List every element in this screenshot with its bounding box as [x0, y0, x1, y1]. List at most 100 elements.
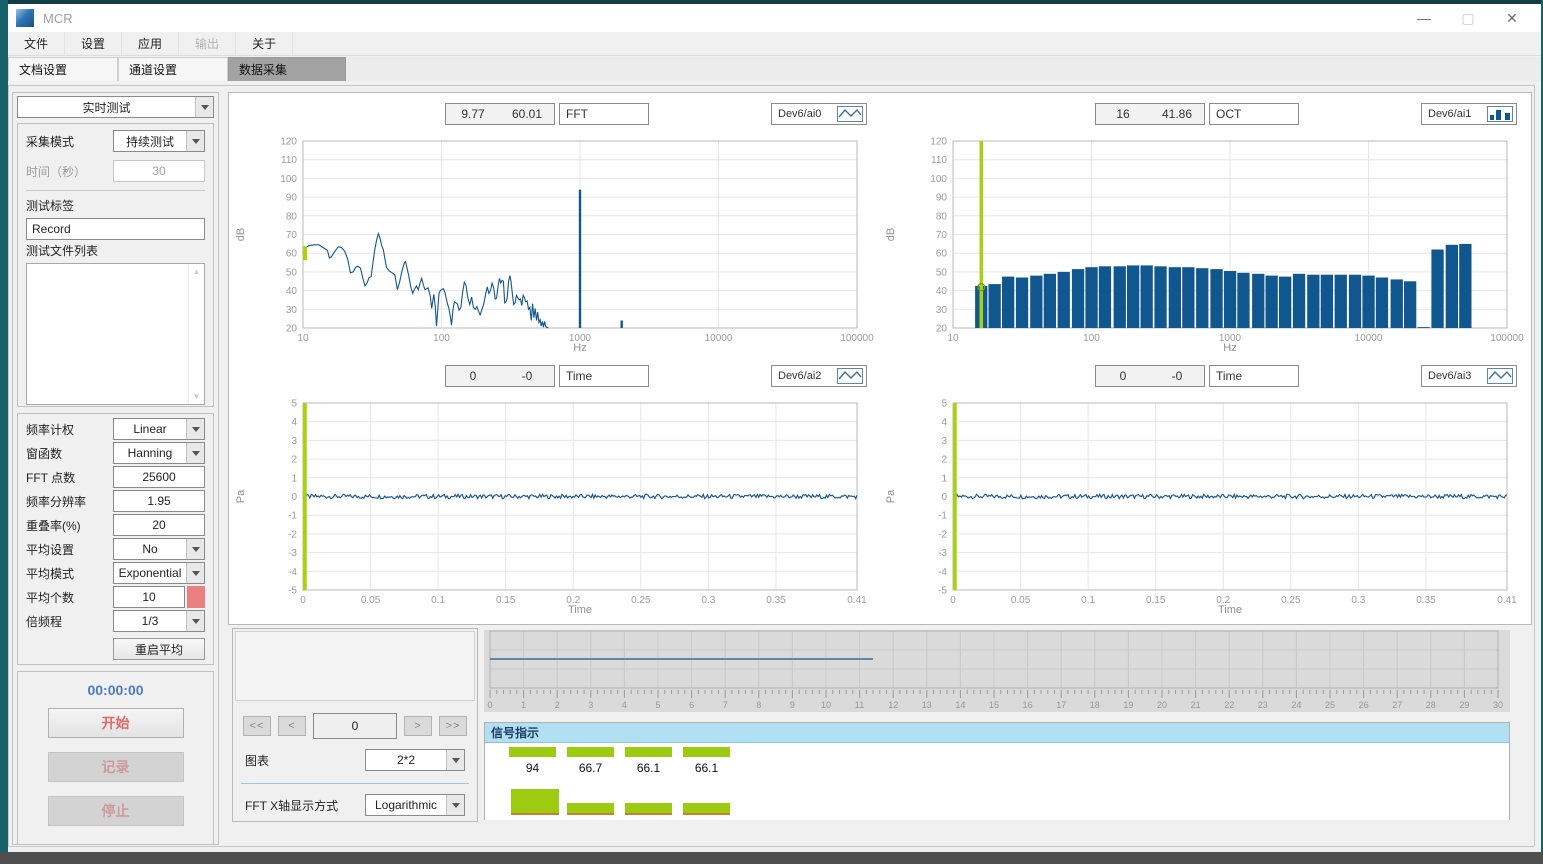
- tab-channel-settings[interactable]: 通道设置: [118, 57, 228, 81]
- overlap-percent-input[interactable]: 20: [113, 514, 205, 536]
- content-area: 实时测试 采集模式持续测试时间（秒）30 测试标签 Record 测试文件列表 …: [8, 81, 1541, 852]
- page-number-box[interactable]: 0: [313, 713, 397, 739]
- maximize-button[interactable]: ▢: [1453, 7, 1483, 29]
- cursor-y-value: -0: [1150, 366, 1204, 386]
- scroll-up-icon[interactable]: ▲: [193, 267, 201, 276]
- plot-time-ai2[interactable]: -5-4-3-2-101234500.050.10.150.20.250.30.…: [231, 389, 881, 617]
- svg-text:11: 11: [855, 700, 864, 710]
- acq-mode-dropdown-button[interactable]: [186, 131, 204, 151]
- svg-text:Time: Time: [568, 604, 592, 616]
- window-function-dropdown-button[interactable]: [186, 443, 204, 463]
- file-list-scrollbar[interactable]: ▲ ▼: [188, 264, 204, 404]
- fft-points-input[interactable]: 25600: [113, 466, 205, 488]
- plot-oct[interactable]: 2030405060708090100110120101001000100001…: [881, 127, 1531, 355]
- select-average-setting[interactable]: No: [113, 538, 205, 560]
- svg-text:9: 9: [790, 700, 795, 710]
- field-row-average-setting: 平均设置 No: [26, 538, 205, 560]
- duration-input[interactable]: 30: [113, 160, 205, 182]
- svg-text:19: 19: [1123, 700, 1133, 710]
- svg-text:60: 60: [286, 249, 298, 260]
- freq-resolution-input[interactable]: 1.95: [113, 490, 205, 512]
- start-button[interactable]: 开始: [48, 708, 184, 738]
- menu-item-output[interactable]: 输出: [179, 32, 236, 55]
- test-type-select[interactable]: 实时测试: [17, 96, 214, 118]
- svg-text:26: 26: [1359, 700, 1369, 710]
- channel-box-time-ai3[interactable]: Dev6/ai3: [1421, 365, 1517, 387]
- svg-text:40: 40: [286, 286, 298, 297]
- select-octave[interactable]: 1/3: [113, 610, 205, 632]
- signal-meter: [567, 747, 614, 757]
- svg-text:110: 110: [931, 155, 947, 166]
- freq-weighting-dropdown-button[interactable]: [186, 419, 204, 439]
- chevron-down-icon: [201, 105, 209, 110]
- tab-data-acquisition[interactable]: 数据采集: [228, 57, 346, 81]
- status-flag-red: [187, 586, 205, 608]
- svg-text:120: 120: [930, 137, 947, 148]
- select-window-function[interactable]: Hanning: [113, 442, 205, 464]
- chart-header-time-ai3: 0-0TimeDev6/ai3: [881, 363, 1531, 389]
- select-average-mode[interactable]: Exponential: [113, 562, 205, 584]
- chart-type-box-time-ai3: Time: [1209, 365, 1299, 387]
- svg-text:0.41: 0.41: [1497, 595, 1517, 606]
- test-file-list[interactable]: ▲ ▼: [26, 263, 205, 405]
- plot-fft[interactable]: 2030405060708090100110120101001000100001…: [231, 127, 881, 355]
- average-setting-dropdown-button[interactable]: [186, 539, 204, 559]
- svg-text:0.15: 0.15: [496, 595, 516, 606]
- minimize-button[interactable]: —: [1409, 7, 1439, 29]
- page-first-button[interactable]: <<: [243, 716, 271, 736]
- average-count-input[interactable]: 10: [113, 586, 185, 608]
- test-type-dropdown-button[interactable]: [195, 97, 213, 117]
- fft-axis-dropdown-button[interactable]: [446, 795, 464, 815]
- page-prev-button[interactable]: <: [278, 716, 306, 736]
- scroll-down-icon[interactable]: ▼: [193, 392, 201, 401]
- channel-box-oct[interactable]: Dev6/ai1: [1421, 103, 1517, 125]
- svg-text:100000: 100000: [840, 333, 874, 344]
- page-next-button[interactable]: >: [404, 716, 432, 736]
- select-freq-weighting[interactable]: Linear: [113, 418, 205, 440]
- octave-dropdown-button[interactable]: [186, 611, 204, 631]
- chart-tile-time-ai2: 0-0TimeDev6/ai2-5-4-3-2-101234500.050.10…: [231, 363, 881, 619]
- channel-name: Dev6/ai2: [778, 370, 821, 382]
- svg-text:22: 22: [1224, 700, 1234, 710]
- page-last-button[interactable]: >>: [439, 716, 467, 736]
- chevron-down-icon: [192, 451, 200, 456]
- fft-axis-row: FFT X轴显示方式 Logarithmic: [233, 794, 477, 816]
- tab-doc-settings[interactable]: 文档设置: [8, 57, 118, 81]
- chart-layout-dropdown-button[interactable]: [446, 750, 464, 770]
- record-button[interactable]: 记录: [48, 752, 184, 782]
- signal-meter: [683, 803, 730, 815]
- menu-item-file[interactable]: 文件: [8, 32, 65, 55]
- svg-text:90: 90: [286, 193, 298, 204]
- svg-text:-2: -2: [288, 529, 297, 540]
- select-acq-mode[interactable]: 持续测试: [113, 130, 205, 152]
- menu-item-settings[interactable]: 设置: [65, 32, 122, 55]
- stop-button[interactable]: 停止: [48, 796, 184, 826]
- svg-text:30: 30: [1493, 700, 1503, 710]
- svg-text:4: 4: [622, 700, 627, 710]
- timeline-scrubber[interactable]: 0123456789101112131415161718192021222324…: [484, 630, 1510, 712]
- menu-item-application[interactable]: 应用: [122, 32, 179, 55]
- svg-text:0.35: 0.35: [1416, 595, 1436, 606]
- svg-text:4: 4: [291, 417, 297, 428]
- channel-box-fft[interactable]: Dev6/ai0: [771, 103, 867, 125]
- average-setting-label: 平均设置: [26, 541, 74, 558]
- close-button[interactable]: ✕: [1497, 7, 1527, 29]
- window-title: MCR: [43, 11, 73, 26]
- cursor-y-value: 60.01: [500, 104, 554, 124]
- chart-layout-select[interactable]: 2*2: [365, 749, 465, 771]
- average-mode-dropdown-button[interactable]: [186, 563, 204, 583]
- test-label-input[interactable]: Record: [26, 218, 205, 240]
- svg-text:-1: -1: [938, 511, 947, 522]
- chevron-down-icon: [192, 571, 200, 576]
- svg-text:8: 8: [756, 700, 761, 710]
- field-row-average-mode: 平均模式Exponential: [26, 562, 205, 584]
- chevron-down-icon: [192, 547, 200, 552]
- svg-text:80: 80: [936, 211, 948, 222]
- channel-box-time-ai2[interactable]: Dev6/ai2: [771, 365, 867, 387]
- svg-text:30: 30: [936, 305, 948, 316]
- fft-axis-select[interactable]: Logarithmic: [365, 794, 465, 816]
- plot-time-ai3[interactable]: -5-4-3-2-101234500.050.10.150.20.250.30.…: [881, 389, 1531, 617]
- menu-item-about[interactable]: 关于: [236, 32, 293, 55]
- restart-average-button[interactable]: 重启平均: [113, 638, 205, 660]
- cursor-y-value: 41.86: [1150, 104, 1204, 124]
